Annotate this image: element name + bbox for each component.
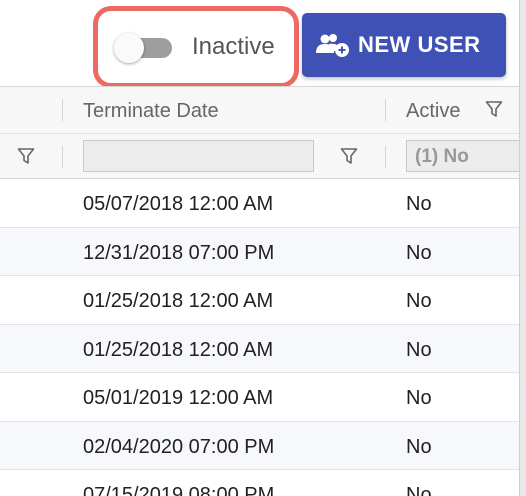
- grid-body: 05/07/2018 12:00 AM No 12/31/2018 07:00 …: [0, 179, 526, 496]
- table-row[interactable]: 02/04/2020 07:00 PM No: [0, 421, 526, 470]
- active-cell: No: [406, 338, 432, 361]
- active-cell: No: [406, 484, 432, 496]
- table-row[interactable]: 01/25/2018 12:00 AM No: [0, 324, 526, 373]
- filter-icon[interactable]: [485, 100, 503, 118]
- terminate-date-cell: 01/25/2018 12:00 AM: [83, 338, 274, 361]
- table-row[interactable]: 07/15/2019 08:00 PM No: [0, 470, 526, 496]
- column-header-terminate-date[interactable]: Terminate Date: [83, 99, 219, 123]
- active-filter-select[interactable]: (1) No: [406, 140, 526, 172]
- terminate-date-filter-input[interactable]: [83, 140, 314, 172]
- terminate-date-cell: 07/15/2019 08:00 PM: [83, 484, 275, 496]
- active-cell: No: [406, 387, 432, 409]
- terminate-date-cell: 02/04/2020 07:00 PM: [83, 435, 275, 458]
- inactive-toggle-switch[interactable]: [114, 33, 176, 63]
- active-cell: No: [406, 435, 432, 458]
- users-page: Inactive NEW USER Terminate Date Active: [0, 0, 526, 496]
- terminate-date-cell: 05/01/2019 12:00 AM: [83, 387, 274, 409]
- column-separator: [385, 146, 386, 168]
- active-cell: No: [406, 193, 432, 215]
- terminate-date-cell: 05/07/2018 12:00 AM: [83, 193, 274, 215]
- column-header-active[interactable]: Active: [406, 99, 460, 123]
- inactive-toggle-highlight: Inactive: [93, 6, 299, 88]
- active-cell: No: [406, 241, 432, 264]
- table-row[interactable]: 05/07/2018 12:00 AM No: [0, 179, 526, 228]
- grid-header: Terminate Date Active: [0, 87, 526, 133]
- new-user-button[interactable]: NEW USER: [302, 13, 506, 77]
- table-row[interactable]: 05/01/2019 12:00 AM No: [0, 373, 526, 422]
- column-separator[interactable]: [385, 99, 386, 121]
- inactive-toggle-label: Inactive: [192, 33, 275, 60]
- toolbar: Inactive NEW USER: [0, 0, 526, 88]
- new-user-button-label: NEW USER: [358, 32, 481, 57]
- column-separator[interactable]: [62, 99, 63, 121]
- filter-icon[interactable]: [340, 147, 358, 165]
- active-cell: No: [406, 290, 432, 312]
- filter-row: (1) No: [0, 133, 526, 179]
- table-row[interactable]: 01/25/2018 12:00 AM No: [0, 276, 526, 325]
- column-separator: [62, 146, 63, 168]
- terminate-date-cell: 01/25/2018 12:00 AM: [83, 290, 274, 312]
- add-user-icon: [316, 34, 349, 57]
- switch-thumb[interactable]: [114, 33, 144, 63]
- table-row[interactable]: 12/31/2018 07:00 PM No: [0, 227, 526, 276]
- terminate-date-cell: 12/31/2018 07:00 PM: [83, 241, 275, 264]
- vertical-scrollbar[interactable]: [519, 0, 526, 496]
- filter-icon[interactable]: [17, 147, 35, 165]
